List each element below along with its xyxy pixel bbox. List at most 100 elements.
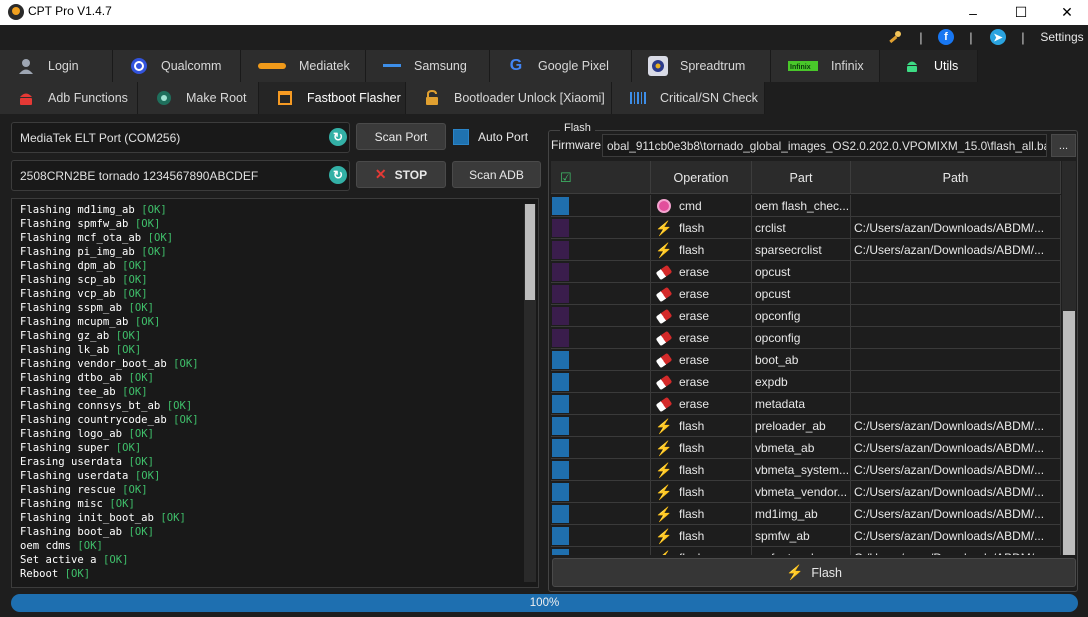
row-checkbox[interactable] [552,263,569,281]
device-select[interactable]: 2508CRN2BE tornado 1234567890ABCDEF [11,160,350,191]
minimize-button[interactable]: – [950,0,996,25]
row-checkbox[interactable] [552,549,569,555]
port-select[interactable]: MediaTek ELT Port (COM256) [11,122,350,153]
refresh-port-icon[interactable]: ↻ [329,128,347,146]
log-text: Flashing scp_ab [20,274,116,286]
row-checkbox[interactable] [552,285,569,303]
row-select-cell[interactable] [551,239,651,261]
settings-link[interactable]: Settings [1038,28,1086,46]
table-row[interactable]: erase opconfig [551,327,1061,349]
column-header-path[interactable]: Path [851,161,1061,194]
operation-label: flash [679,441,705,455]
row-select-cell[interactable] [551,261,651,283]
table-row[interactable]: cmd oem flash_chec... [551,195,1061,217]
table-scrollbar[interactable] [1062,161,1076,555]
table-row[interactable]: ⚡ flash vbmeta_vendor... C:/Users/azan/Down… [551,481,1061,503]
scrollbar-thumb[interactable] [1063,311,1075,555]
flash-icon: ⚡ [655,241,673,258]
row-select-cell[interactable] [551,371,651,393]
table-row[interactable]: erase metadata [551,393,1061,415]
row-select-cell[interactable] [551,283,651,305]
row-select-cell[interactable] [551,459,651,481]
tab-adb-functions[interactable]: Adb Functions [0,82,138,114]
part-cell: expdb [752,371,851,393]
operation-cell: ⚡ flash [651,547,752,555]
key-icon[interactable] [886,28,904,46]
row-checkbox[interactable] [552,329,569,347]
row-select-cell[interactable] [551,437,651,459]
row-checkbox[interactable] [552,197,569,215]
row-select-cell[interactable] [551,525,651,547]
table-row[interactable]: erase opconfig [551,305,1061,327]
tab-login[interactable]: Login [0,50,113,82]
table-row[interactable]: ⚡ flash sparsecrclist C:/Users/azan/Downloa… [551,239,1061,261]
tab-google-pixel[interactable]: G Google Pixel [490,50,632,82]
facebook-icon[interactable]: f [937,28,955,46]
row-select-cell[interactable] [551,305,651,327]
row-checkbox[interactable] [552,241,569,259]
table-row[interactable]: ⚡ flash preloader_ab C:/Users/azan/Download… [551,415,1061,437]
row-checkbox[interactable] [552,505,569,523]
select-all-checkbox[interactable]: ☑ [551,161,651,194]
tab-samsung[interactable]: Samsung [366,50,490,82]
tab-qualcomm[interactable]: Qualcomm [113,50,241,82]
row-checkbox[interactable] [552,219,569,237]
tab-bootloader-unlock[interactable]: Bootloader Unlock [Xiaomi] [406,82,612,114]
row-checkbox[interactable] [552,351,569,369]
row-checkbox[interactable] [552,373,569,391]
tab-utils[interactable]: Utils [880,50,978,82]
row-select-cell[interactable] [551,327,651,349]
row-checkbox[interactable] [552,527,569,545]
telegram-icon[interactable]: ➤ [989,28,1007,46]
eraser-icon [655,396,673,412]
tab-spreadtrum[interactable]: Spreadtrum [632,50,771,82]
row-checkbox[interactable] [552,483,569,501]
column-header-part[interactable]: Part [752,161,851,194]
row-checkbox[interactable] [552,417,569,435]
row-select-cell[interactable] [551,547,651,555]
log-scrollbar[interactable] [524,204,536,582]
firmware-path-input[interactable]: obal_911cb0e3b8\tornado_global_images_OS… [602,134,1047,157]
table-row[interactable]: ⚡ flash vbmeta_ab C:/Users/azan/Downloads/A… [551,437,1061,459]
auto-port-checkbox[interactable] [453,129,469,145]
scan-adb-button[interactable]: Scan ADB [452,161,541,188]
maximize-button[interactable]: ☐ [998,0,1044,25]
flash-button[interactable]: ⚡ Flash [552,558,1076,587]
row-checkbox[interactable] [552,439,569,457]
refresh-device-icon[interactable]: ↻ [329,166,347,184]
row-select-cell[interactable] [551,217,651,239]
table-row[interactable]: ⚡ flash mcf_ota_abC:/Users/azan/Downloads/… [551,547,1061,555]
tab-fastboot-flasher[interactable]: Fastboot Flasher [259,82,406,114]
row-checkbox[interactable] [552,395,569,413]
row-select-cell[interactable] [551,481,651,503]
table-row[interactable]: ⚡ flash vbmeta_system... C:/Users/azan/Down… [551,459,1061,481]
tab-mediatek[interactable]: Mediatek [241,50,366,82]
scan-port-button[interactable]: Scan Port [356,123,446,150]
eraser-icon [655,264,673,280]
browse-firmware-button[interactable]: ... [1051,134,1076,157]
log-status: [OK] [134,470,161,482]
row-checkbox[interactable] [552,461,569,479]
row-checkbox[interactable] [552,307,569,325]
log-line: Flashing rescue [OK] [20,483,538,497]
table-row[interactable]: erase boot_ab [551,349,1061,371]
tab-make-root[interactable]: Make Root [138,82,259,114]
table-row[interactable]: ⚡ flash md1img_ab C:/Users/azan/Downloads/A… [551,503,1061,525]
row-select-cell[interactable] [551,393,651,415]
tab-critical-sn-check[interactable]: Critical/SN Check [612,82,765,114]
table-row[interactable]: erase opcust [551,261,1061,283]
row-select-cell[interactable] [551,349,651,371]
table-row[interactable]: ⚡ flash spmfw_ab C:/Users/azan/Downloads/AB… [551,525,1061,547]
log-text: Flashing countrycode_ab [20,414,167,426]
column-header-operation[interactable]: Operation [651,161,752,194]
table-row[interactable]: erase expdb [551,371,1061,393]
tab-infinix[interactable]: Infinix Infinix [771,50,880,82]
close-button[interactable]: ✕ [1044,0,1088,25]
row-select-cell[interactable] [551,195,651,217]
table-row[interactable]: erase opcust [551,283,1061,305]
row-select-cell[interactable] [551,415,651,437]
scrollbar-thumb[interactable] [525,204,535,300]
stop-button[interactable]: ✕ STOP [356,161,446,188]
row-select-cell[interactable] [551,503,651,525]
table-row[interactable]: ⚡ flash crclist C:/Users/azan/Downloads/ABD… [551,217,1061,239]
